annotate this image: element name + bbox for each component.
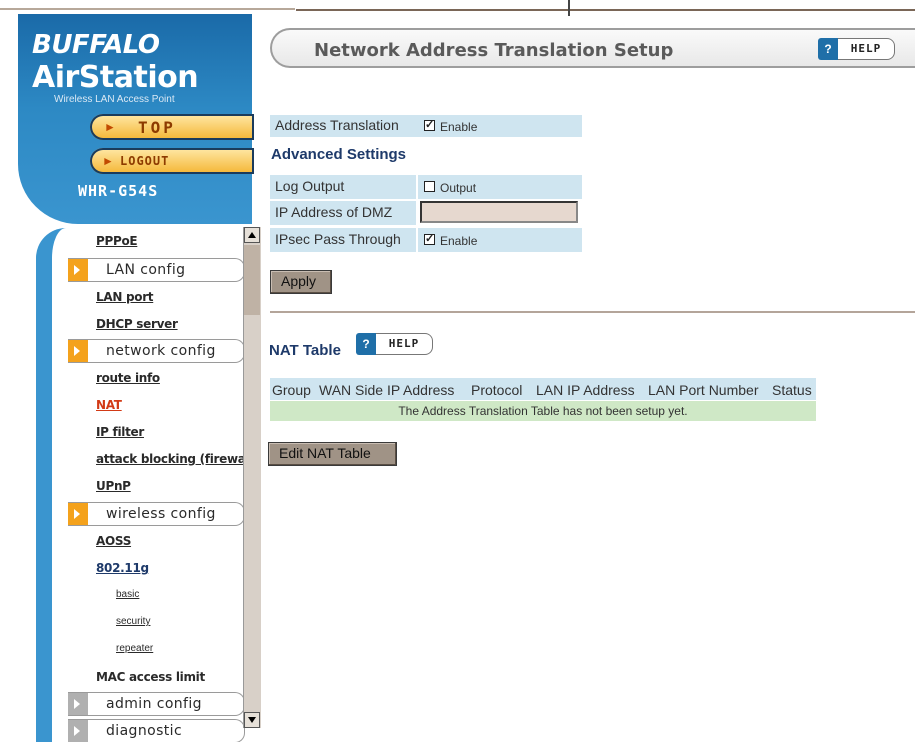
sidebar-item-ip-filter[interactable]: IP filter: [96, 425, 144, 439]
expand-arrow-icon: [68, 503, 88, 525]
sidebar-group-network-config[interactable]: network config: [68, 339, 245, 363]
scroll-down-icon[interactable]: [244, 712, 260, 728]
ipsec-label: IPsec Pass Through: [275, 231, 401, 247]
sidebar: BUFFALO AirStation Wireless LAN Access P…: [18, 14, 270, 742]
sidebar-item-route-info[interactable]: route info: [96, 371, 160, 385]
sidebar-group-label: network config: [106, 343, 216, 359]
title-help-button[interactable]: ? HELP: [818, 38, 896, 60]
dmz-label: IP Address of DMZ: [275, 204, 393, 220]
edit-nat-table-button[interactable]: Edit NAT Table: [268, 442, 397, 466]
advanced-settings-heading: Advanced Settings: [271, 146, 407, 163]
sidebar-group-label: diagnostic: [106, 723, 183, 739]
help-icon: ?: [818, 38, 838, 60]
apply-button[interactable]: Apply: [270, 270, 332, 294]
sidebar-item-nat[interactable]: NAT: [96, 398, 122, 412]
address-translation-checkbox[interactable]: ✓: [424, 120, 435, 131]
expand-arrow-icon: [68, 340, 88, 362]
nat-col-group: Group: [272, 382, 311, 398]
help-icon: ?: [356, 333, 376, 355]
nat-help-button[interactable]: ? HELP: [356, 333, 434, 355]
top-divider-right: [296, 9, 915, 11]
top-divider-tick: [568, 0, 570, 16]
sidebar-subitem-security[interactable]: security: [116, 616, 150, 627]
logout-button-label: LOGOUT: [120, 154, 170, 168]
nat-col-status: Status: [772, 382, 812, 398]
sidebar-group-diagnostic[interactable]: diagnostic: [68, 719, 245, 742]
help-button-label: HELP: [376, 333, 433, 355]
nat-col-protocol: Protocol: [471, 382, 523, 398]
sidebar-item-mac-access-limit[interactable]: MAC access limit: [96, 670, 205, 684]
help-button-label: HELP: [838, 38, 895, 60]
logout-button[interactable]: ► LOGOUT: [90, 148, 254, 174]
nat-col-lan-port: LAN Port Number: [648, 382, 759, 398]
top-divider-left: [0, 3, 295, 10]
product-logo: AirStation: [32, 60, 199, 95]
sidebar-item-upnp[interactable]: UPnP: [96, 479, 131, 493]
nat-col-lan-ip: LAN IP Address: [536, 382, 635, 398]
product-tagline: Wireless LAN Access Point: [54, 94, 175, 105]
page-title: Network Address Translation Setup: [314, 40, 674, 61]
expand-arrow-icon: [68, 259, 88, 281]
top-strip: [0, 0, 915, 16]
sidebar-group-label: admin config: [106, 696, 202, 712]
section-divider: [270, 311, 915, 313]
ipsec-check-label: Enable: [440, 234, 478, 248]
address-translation-label: Address Translation: [275, 117, 399, 133]
sidebar-group-lan-config[interactable]: LAN config: [68, 258, 245, 282]
address-translation-check-label: Enable: [440, 120, 478, 134]
log-output-label: Log Output: [275, 178, 345, 194]
brand-logo: BUFFALO: [32, 30, 160, 60]
expand-arrow-icon: [68, 720, 88, 742]
sidebar-item-lan-port[interactable]: LAN port: [96, 290, 154, 304]
log-output-check-label: Output: [440, 181, 477, 195]
expand-arrow-icon: [68, 693, 88, 715]
sidebar-item-aoss[interactable]: AOSS: [96, 534, 131, 548]
sidebar-item-80211g[interactable]: 802.11g: [96, 561, 149, 575]
sidebar-group-wireless-config[interactable]: wireless config: [68, 502, 245, 526]
nat-empty-message: The Address Translation Table has not be…: [270, 401, 816, 421]
sidebar-item-dhcp-server[interactable]: DHCP server: [96, 317, 178, 331]
dmz-input[interactable]: [420, 201, 578, 223]
sidebar-subitem-basic[interactable]: basic: [116, 589, 139, 600]
sidebar-nav: PPPoE LAN config LAN port DHCP server ne…: [36, 228, 270, 742]
sidebar-item-pppoe[interactable]: PPPoE: [96, 234, 138, 248]
sidebar-item-attack-blocking[interactable]: attack blocking (firewall): [96, 452, 259, 466]
top-button[interactable]: ► TOP: [90, 114, 254, 140]
arrow-right-icon: ►: [104, 120, 116, 134]
scroll-thumb[interactable]: [244, 245, 260, 315]
sidebar-scrollbar[interactable]: [243, 227, 261, 728]
sidebar-group-admin-config[interactable]: admin config: [68, 692, 245, 716]
nat-col-wan-ip: WAN Side IP Address: [319, 382, 455, 398]
sidebar-group-label: wireless config: [106, 506, 216, 522]
model-name: WHR-G54S: [78, 182, 159, 200]
ipsec-checkbox[interactable]: ✓: [424, 234, 435, 245]
scroll-up-icon[interactable]: [244, 227, 260, 243]
page-title-bar: Network Address Translation Setup ? HELP: [270, 28, 915, 68]
arrow-right-icon: ►: [102, 154, 114, 168]
top-button-label: TOP: [138, 118, 176, 137]
sidebar-group-label: LAN config: [106, 262, 186, 278]
log-output-checkbox[interactable]: [424, 181, 435, 192]
sidebar-subitem-repeater[interactable]: repeater: [116, 643, 153, 654]
sidebar-header: BUFFALO AirStation Wireless LAN Access P…: [18, 14, 254, 224]
nat-table-heading: NAT Table: [269, 342, 341, 359]
